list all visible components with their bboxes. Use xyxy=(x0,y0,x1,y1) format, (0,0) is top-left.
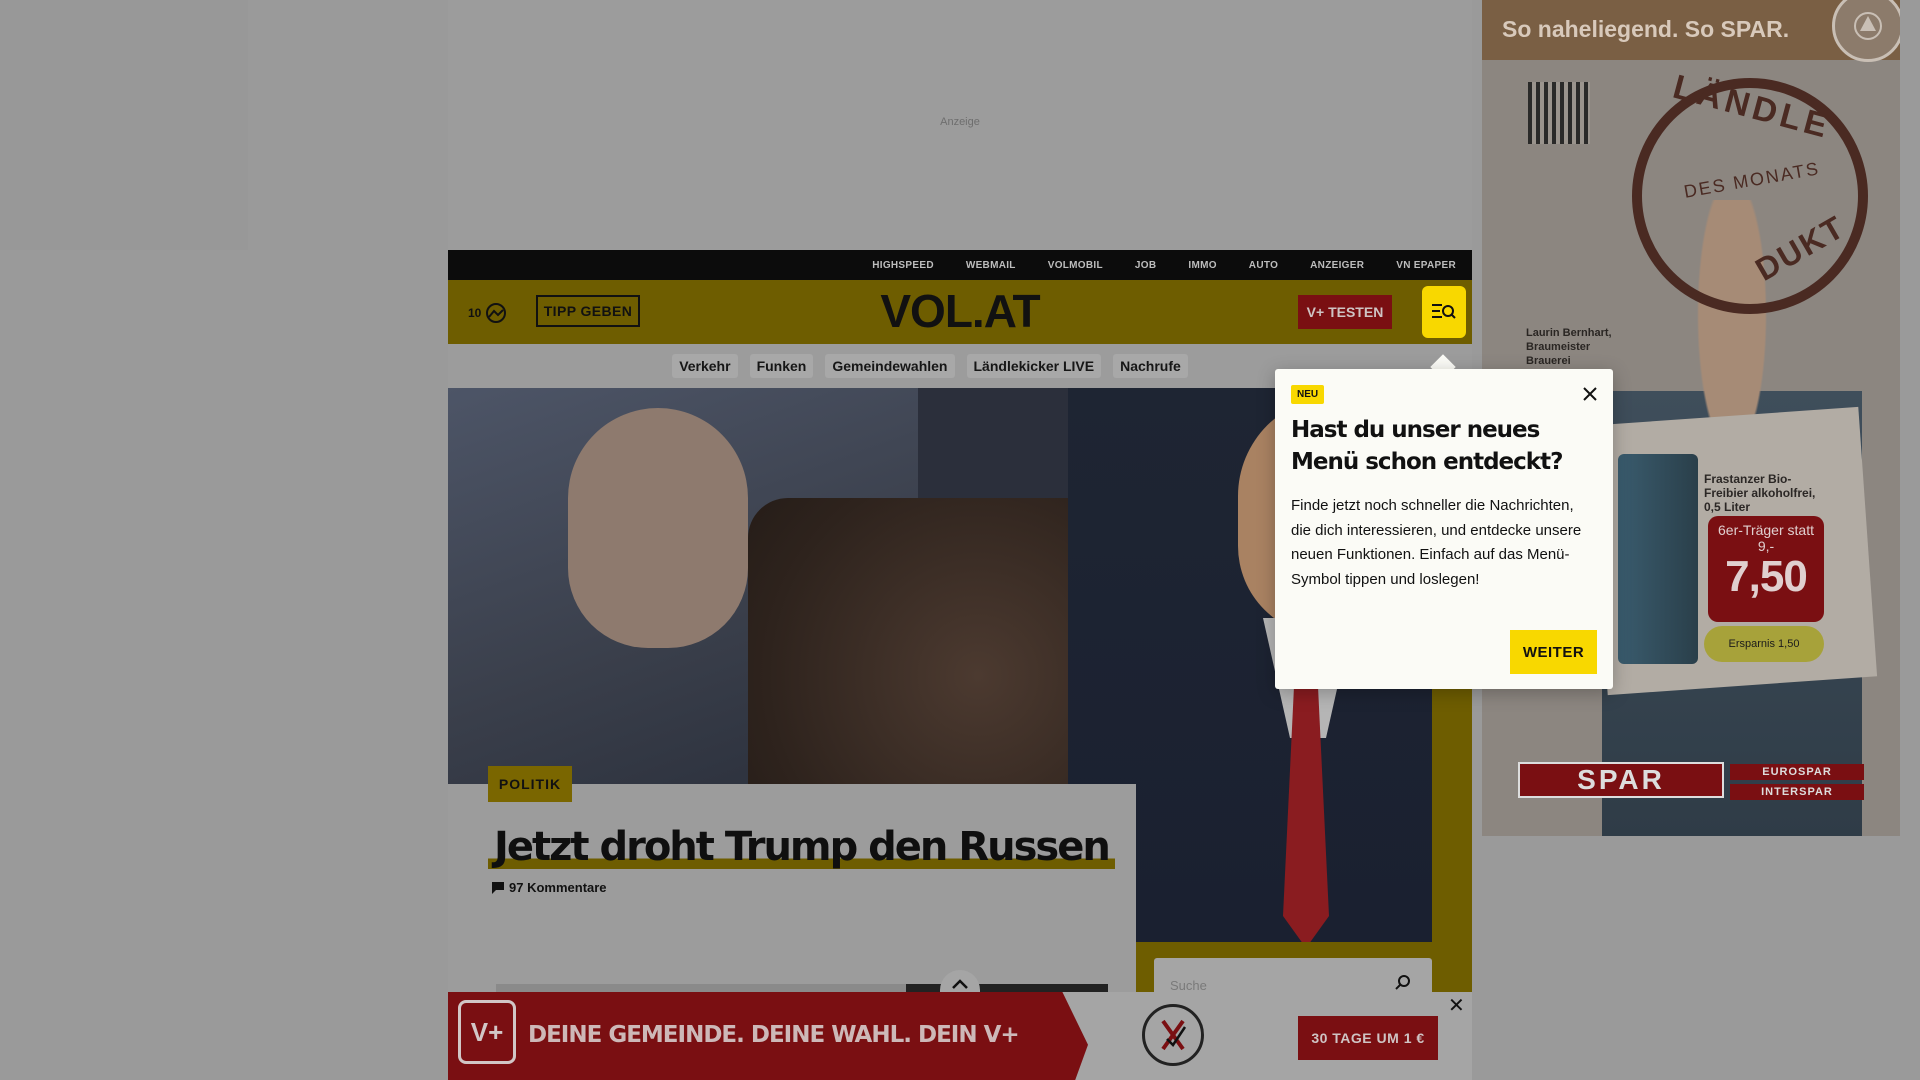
topbar-link-volmobil[interactable]: VOLMOBIL xyxy=(1048,260,1103,271)
tipp-geben-button[interactable]: TIPP GEBEN xyxy=(536,295,640,327)
popup-close-icon[interactable] xyxy=(1578,382,1602,406)
subnav-item-laendlekicker[interactable]: Ländlekicker LIVE xyxy=(966,354,1102,378)
subnav-item-gemeindewahlen[interactable]: Gemeindewahlen xyxy=(825,354,955,378)
comment-count[interactable]: 97 Kommentare xyxy=(492,880,607,895)
menu-search-button[interactable] xyxy=(1422,286,1466,338)
subnav-item-verkehr[interactable]: Verkehr xyxy=(672,354,738,378)
qr-code xyxy=(1528,82,1590,144)
topbar-link-webmail[interactable]: WEBMAIL xyxy=(966,260,1016,271)
ad-person-caption: Laurin Bernhart, Braumeister Brauerei xyxy=(1526,327,1612,367)
weather-icon xyxy=(486,303,507,323)
ad-product-name: Frastanzer Bio-Freibier alkoholfrei, 0,5… xyxy=(1704,472,1816,514)
popup-continue-button[interactable]: WEITER xyxy=(1510,630,1597,674)
chevron-up-icon xyxy=(952,979,968,989)
spar-tagline: So naheliegend. So SPAR. xyxy=(1502,16,1790,42)
ad-label: Anzeige xyxy=(940,116,980,128)
vplus-banner-text: DEINE GEMEINDE. DEINE WAHL. DEIN V+ xyxy=(528,1022,1020,1048)
popup-body: Finde jetzt noch schneller die Nachricht… xyxy=(1291,497,1582,588)
spar-brand-logo: SPAR xyxy=(1518,762,1724,798)
banner-close-icon[interactable]: ✕ xyxy=(1448,996,1465,1016)
site-logo[interactable]: VOL.AT xyxy=(860,284,1060,338)
popup-title: Hast du unser neues Menü schon entdeckt? xyxy=(1291,417,1563,475)
ad-price-label: 6er-Träger statt 9,- xyxy=(1718,522,1814,554)
vplus-offer-button[interactable]: 30 TAGE UM 1 € xyxy=(1298,1016,1438,1060)
subnav-item-nachrufe[interactable]: Nachrufe xyxy=(1113,354,1188,378)
category-badge[interactable]: POLITIK xyxy=(488,766,572,802)
ad-left-slot xyxy=(0,0,248,250)
topbar-link-immo[interactable]: IMMO xyxy=(1188,260,1216,271)
comment-count-label: 97 Kommentare xyxy=(509,880,607,895)
ad-saving-badge: Ersparnis 1,50 xyxy=(1704,626,1824,662)
vplus-test-button[interactable]: V+ TESTEN xyxy=(1298,295,1392,329)
article-headline[interactable]: Jetzt droht Trump den Russen xyxy=(488,818,1115,876)
search-placeholder: Suche xyxy=(1170,978,1207,993)
topbar-link-highspeed[interactable]: HIGHSPEED xyxy=(872,260,934,271)
ad-bottle-image xyxy=(1618,454,1698,664)
subnav-item-funken[interactable]: Funken xyxy=(749,354,814,378)
ballot-icon xyxy=(1142,1004,1204,1066)
ad-price: 7,50 xyxy=(1725,552,1808,601)
weather-widget[interactable]: 10 xyxy=(468,302,507,324)
search-icon[interactable] xyxy=(1394,974,1412,992)
weather-temperature: 10 xyxy=(468,306,482,320)
topbar-link-auto[interactable]: AUTO xyxy=(1249,260,1278,271)
comment-icon xyxy=(492,881,504,894)
vplus-badge: V+ xyxy=(458,1000,516,1064)
topbar-link-epaper[interactable]: VN EPAPER xyxy=(1396,260,1456,271)
menu-search-icon xyxy=(1432,304,1456,319)
interspar-logo: INTERSPAR xyxy=(1730,784,1864,800)
hero-face-left xyxy=(568,408,748,648)
topbar-link-anzeiger[interactable]: ANZEIGER xyxy=(1310,260,1364,271)
eurospar-logo: EUROSPAR xyxy=(1730,764,1864,780)
popup-new-badge: NEU xyxy=(1291,385,1325,404)
top-service-bar: HIGHSPEED WEBMAIL VOLMOBIL JOB IMMO AUTO… xyxy=(448,250,1472,280)
topbar-link-job[interactable]: JOB xyxy=(1135,260,1156,271)
